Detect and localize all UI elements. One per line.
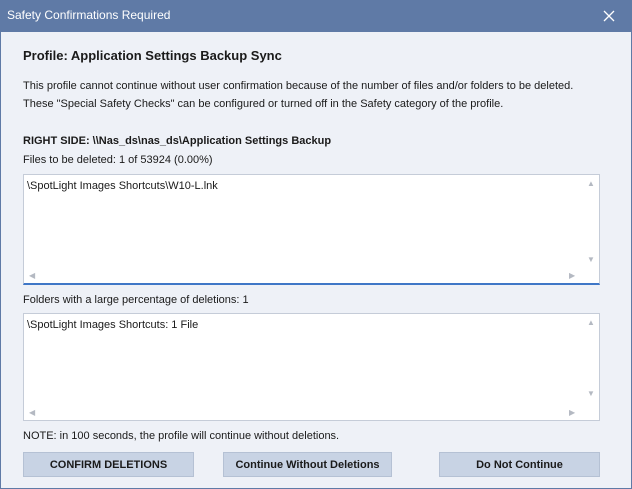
folders-list[interactable]: \SpotLight Images Shortcuts: 1 File ▲ ▼ …	[23, 313, 600, 421]
description-line-1: This profile cannot continue without use…	[23, 80, 574, 92]
scroll-down-icon[interactable]: ▼	[587, 390, 595, 398]
scroll-right-icon[interactable]: ▶	[569, 409, 575, 417]
horizontal-scrollbar[interactable]: ◀ ▶	[24, 269, 582, 283]
list-item[interactable]: \SpotLight Images Shortcuts: 1 File	[27, 319, 198, 331]
vertical-scrollbar[interactable]: ▲ ▼	[582, 175, 599, 270]
files-list[interactable]: \SpotLight Images Shortcuts\W10-L.lnk ▲ …	[23, 174, 600, 285]
profile-title: Profile: Application Settings Backup Syn…	[23, 48, 282, 63]
do-not-continue-button[interactable]: Do Not Continue	[439, 452, 600, 477]
dialog-content: Profile: Application Settings Backup Syn…	[0, 32, 632, 489]
scroll-left-icon[interactable]: ◀	[29, 409, 35, 417]
side-heading: RIGHT SIDE: \\Nas_ds\nas_ds\Application …	[23, 135, 332, 147]
files-to-delete-label: Files to be deleted: 1 of 53924 (0.00%)	[23, 154, 213, 166]
scroll-up-icon[interactable]: ▲	[587, 180, 595, 188]
close-icon	[603, 10, 615, 22]
confirm-deletions-button[interactable]: CONFIRM DELETIONS	[23, 452, 194, 477]
close-button[interactable]	[586, 0, 632, 32]
scroll-right-icon[interactable]: ▶	[569, 272, 575, 280]
list-item[interactable]: \SpotLight Images Shortcuts\W10-L.lnk	[27, 180, 218, 192]
horizontal-scrollbar[interactable]: ◀ ▶	[24, 406, 582, 420]
window-title: Safety Confirmations Required	[7, 8, 171, 22]
title-bar: Safety Confirmations Required	[0, 0, 632, 32]
countdown-note: NOTE: in 100 seconds, the profile will c…	[23, 430, 340, 442]
folders-label: Folders with a large percentage of delet…	[23, 294, 249, 306]
scroll-left-icon[interactable]: ◀	[29, 272, 35, 280]
continue-without-deletions-button[interactable]: Continue Without Deletions	[223, 452, 392, 477]
scroll-up-icon[interactable]: ▲	[587, 319, 595, 327]
description-line-2: These "Special Safety Checks" can be con…	[23, 98, 504, 110]
scroll-down-icon[interactable]: ▼	[587, 256, 595, 264]
vertical-scrollbar[interactable]: ▲ ▼	[582, 314, 599, 406]
